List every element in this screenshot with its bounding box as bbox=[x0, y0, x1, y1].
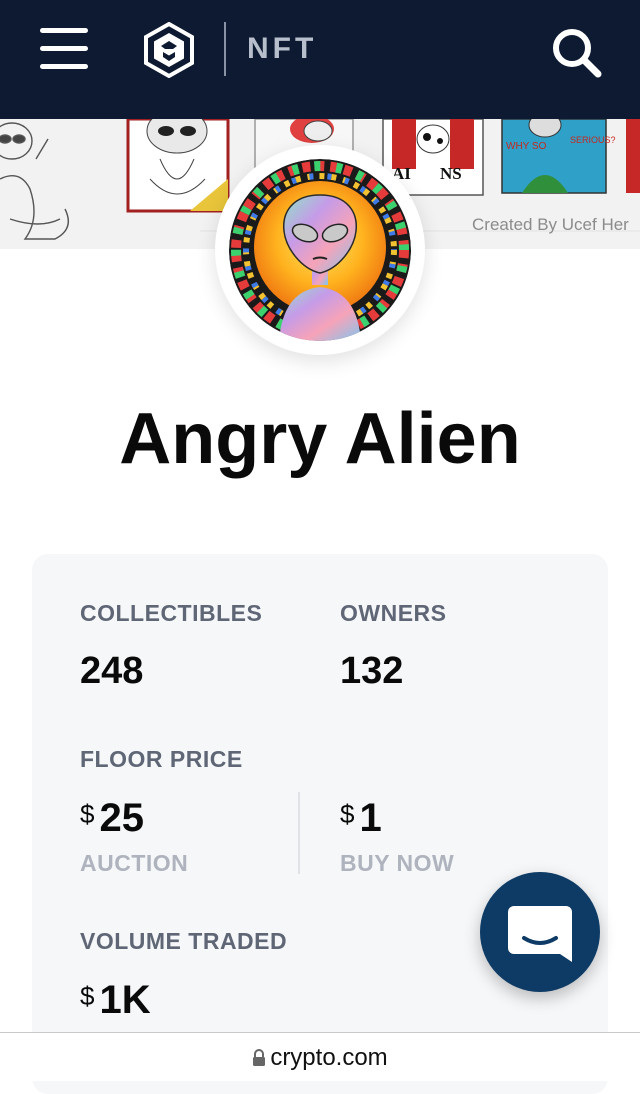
browser-url-bar[interactable]: crypto.com bbox=[0, 1032, 640, 1081]
angry-alien-avatar-image bbox=[229, 159, 411, 341]
buy-now-currency: $ bbox=[340, 799, 355, 829]
top-nav-bar: NFT bbox=[0, 0, 640, 119]
floor-price-label: FLOOR PRICE bbox=[80, 746, 243, 772]
volume-currency: $ bbox=[80, 981, 95, 1011]
nav-divider bbox=[224, 22, 226, 76]
owners-value: 132 bbox=[340, 650, 404, 692]
url-text: crypto.com bbox=[270, 1044, 388, 1071]
collection-stats-card: COLLECTIBLES 248 OWNERS 132 FLOOR PRICE … bbox=[32, 554, 608, 1094]
nft-section-label[interactable]: NFT bbox=[247, 32, 317, 66]
floor-price-divider bbox=[298, 792, 300, 874]
owners-label: OWNERS bbox=[340, 600, 447, 626]
auction-currency: $ bbox=[80, 799, 95, 829]
volume-traded-label: VOLUME TRADED bbox=[80, 928, 288, 954]
svg-text:WHY SO: WHY SO bbox=[506, 141, 547, 152]
collectibles-value: 248 bbox=[80, 650, 144, 692]
chat-support-button[interactable] bbox=[480, 872, 600, 992]
collectibles-label: COLLECTIBLES bbox=[80, 600, 263, 626]
hamburger-menu-icon[interactable] bbox=[40, 28, 88, 70]
auction-label: AUCTION bbox=[80, 850, 189, 876]
auction-price: $25 bbox=[80, 796, 144, 841]
buy-now-label: BUY NOW bbox=[340, 850, 455, 876]
banner-caption: Created By Ucef Her bbox=[472, 215, 629, 234]
collection-title: Angry Alien bbox=[119, 399, 521, 479]
auction-value: 25 bbox=[99, 796, 144, 840]
search-icon[interactable] bbox=[550, 26, 602, 78]
lock-icon bbox=[253, 1049, 266, 1066]
buy-now-value: 1 bbox=[359, 796, 382, 840]
svg-text:NS: NS bbox=[440, 164, 462, 183]
svg-text:SERIOUS?: SERIOUS? bbox=[570, 135, 616, 145]
buy-now-price: $1 bbox=[340, 796, 382, 841]
url-display[interactable]: crypto.com bbox=[0, 1044, 640, 1072]
collection-avatar bbox=[215, 145, 425, 355]
volume-traded-price: $1K bbox=[80, 978, 151, 1023]
volume-traded-value: 1K bbox=[99, 978, 151, 1022]
crypto-com-logo-icon[interactable] bbox=[143, 22, 195, 78]
chat-bubble-icon bbox=[508, 906, 572, 962]
